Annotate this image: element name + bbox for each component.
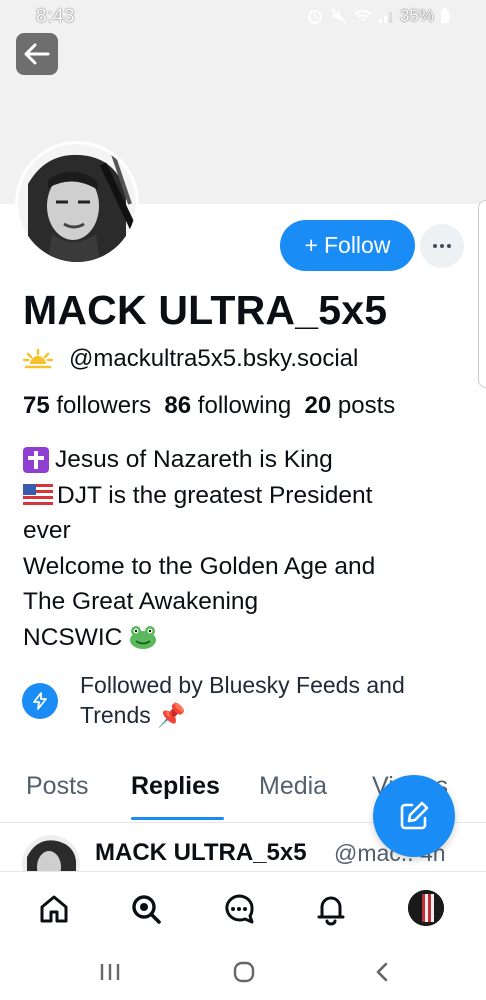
nav-search[interactable] bbox=[127, 890, 165, 928]
compose-icon bbox=[400, 801, 429, 830]
bio-line-4: Welcome to the Golden Age and bbox=[23, 552, 376, 580]
compose-button[interactable] bbox=[373, 775, 455, 857]
posts-label: posts bbox=[337, 392, 396, 419]
posts-count: 20 bbox=[304, 392, 332, 419]
status-bar: 8:43 35% bbox=[0, 0, 486, 34]
us-flag-emoji bbox=[23, 484, 53, 507]
scrollbar-handle[interactable] bbox=[478, 200, 486, 388]
sunrise-emoji bbox=[23, 348, 53, 370]
frog-emoji bbox=[130, 626, 157, 650]
follow-label: Follow bbox=[323, 232, 391, 258]
pushpin-emoji: 📌 bbox=[157, 702, 186, 728]
display-name: MACK ULTRA_5x5 bbox=[23, 287, 388, 333]
recents-button[interactable] bbox=[98, 957, 122, 987]
following-count: 86 bbox=[164, 392, 192, 419]
tab-posts[interactable]: Posts bbox=[26, 772, 89, 801]
nav-home[interactable] bbox=[35, 890, 73, 928]
back-nav-button[interactable] bbox=[370, 957, 394, 987]
follow-button[interactable]: + Follow bbox=[280, 220, 415, 271]
active-tab-indicator bbox=[131, 817, 224, 820]
posts-stat: 20 posts bbox=[305, 392, 396, 419]
followers-count: 75 bbox=[23, 392, 50, 419]
alarm-icon bbox=[307, 10, 322, 24]
back-chevron-icon bbox=[376, 962, 388, 982]
post-author-name[interactable]: MACK ULTRA_5x5 bbox=[95, 839, 307, 867]
more-options-button[interactable] bbox=[420, 224, 464, 268]
lightning-icon bbox=[33, 692, 47, 710]
nav-notifications[interactable] bbox=[312, 890, 350, 928]
home-icon bbox=[40, 895, 68, 923]
battery-icon bbox=[441, 8, 449, 23]
avatar-portrait-image bbox=[18, 144, 136, 262]
post-author-avatar[interactable] bbox=[22, 835, 80, 871]
nav-chat[interactable] bbox=[220, 890, 258, 928]
profile-handle: @mackultra5x5.bsky.social bbox=[69, 345, 359, 372]
avatar[interactable] bbox=[15, 141, 139, 265]
bottom-nav bbox=[0, 871, 486, 946]
home-circle-icon bbox=[233, 961, 255, 983]
stats-row: 75 followers 86 following 20 posts bbox=[23, 392, 395, 420]
mute-icon bbox=[331, 8, 347, 24]
followed-by-text[interactable]: Followed by Bluesky Feeds and Trends 📌 bbox=[80, 670, 460, 730]
android-nav-bar bbox=[0, 945, 486, 1000]
bio-line-5: The Great Awakening bbox=[23, 588, 259, 615]
tab-media[interactable]: Media bbox=[259, 772, 327, 801]
back-button[interactable] bbox=[16, 33, 58, 75]
nav-profile-avatar[interactable] bbox=[408, 890, 444, 926]
bio-line-3: ever bbox=[23, 517, 71, 544]
bluesky-feeds-avatar[interactable] bbox=[22, 683, 58, 719]
cross-emoji bbox=[23, 446, 49, 473]
plus-icon: + bbox=[304, 232, 318, 258]
bio-line-6: NCSWIC bbox=[23, 623, 123, 651]
tab-replies[interactable]: Replies bbox=[131, 772, 220, 801]
signal-icon bbox=[378, 12, 392, 23]
status-icons: 35% bbox=[306, 6, 450, 26]
search-icon bbox=[132, 895, 161, 924]
bio-line-1: Jesus of Nazareth is King bbox=[55, 446, 333, 473]
following-link[interactable]: 86 following bbox=[164, 392, 291, 419]
profile-bio: Jesus of Nazareth is King DJT is the gre… bbox=[23, 442, 463, 655]
followers-link[interactable]: 75 followers bbox=[23, 392, 151, 419]
followed-by-label: Followed by Bluesky Feeds and Trends bbox=[80, 672, 405, 728]
chat-icon bbox=[225, 894, 254, 924]
arrow-left-icon bbox=[24, 43, 50, 65]
status-time: 8:43 bbox=[36, 6, 75, 27]
followers-label: followers bbox=[56, 392, 152, 419]
ellipsis-icon bbox=[433, 244, 437, 248]
following-label: following bbox=[197, 392, 292, 419]
recents-icon bbox=[100, 964, 120, 980]
wifi-icon bbox=[354, 10, 372, 21]
home-nav-button[interactable] bbox=[230, 957, 258, 987]
bio-line-2: DJT is the greatest President bbox=[57, 481, 373, 509]
handle-row: @mackultra5x5.bsky.social bbox=[23, 345, 358, 373]
bell-icon bbox=[317, 896, 345, 926]
battery-percent: 35% bbox=[399, 6, 434, 25]
